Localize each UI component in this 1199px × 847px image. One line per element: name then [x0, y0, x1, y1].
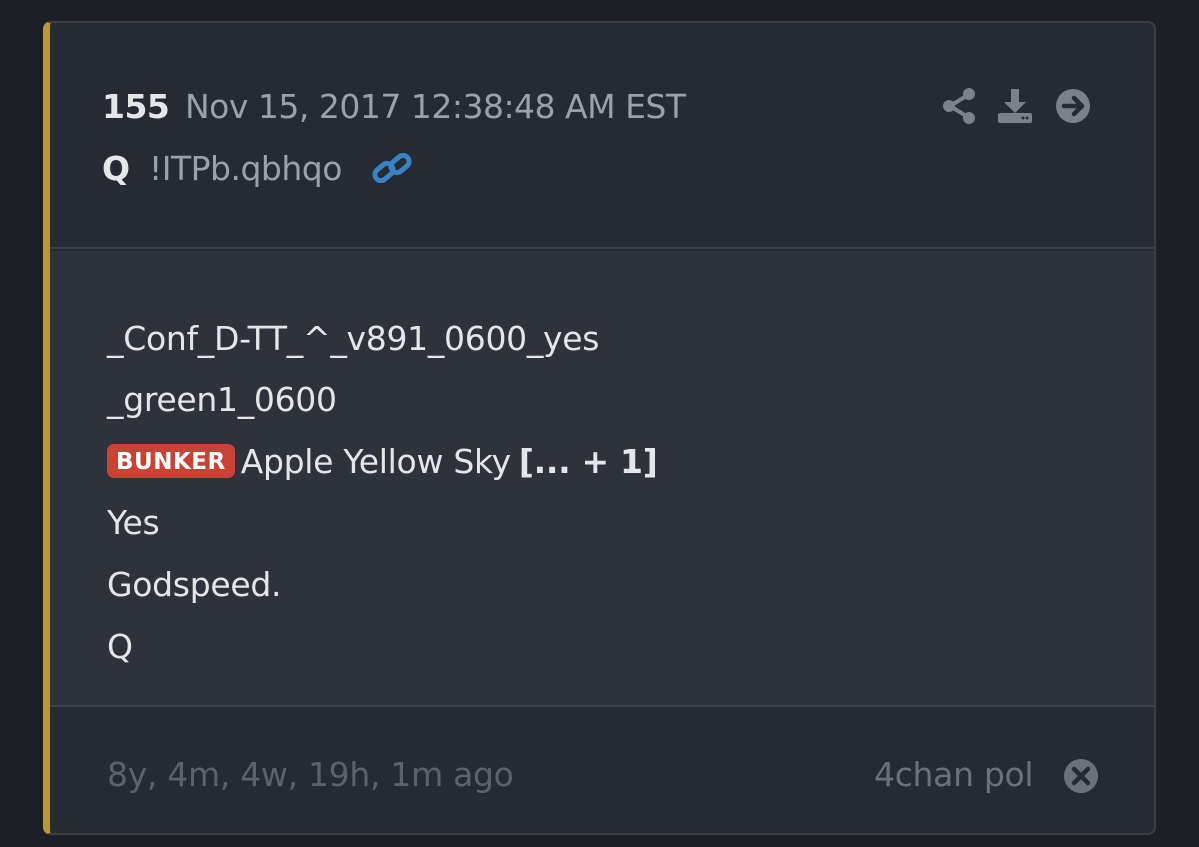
- post-body: _Conf_D-TT_^_v891_0600_yes _green1_0600 …: [50, 251, 1154, 707]
- post-line-text: Apple Yellow Sky: [240, 442, 511, 481]
- source-label: 4chan pol: [874, 755, 1034, 794]
- post-line: _Conf_D-TT_^_v891_0600_yes: [107, 319, 600, 358]
- post-footer: 8y, 4m, 4w, 19h, 1m ago 4chan pol: [50, 709, 1154, 833]
- post-line: Q: [107, 627, 133, 666]
- close-icon[interactable]: [1063, 758, 1099, 794]
- post-card: 155 Nov 15, 2017 12:38:48 AM EST Q !ITPb…: [43, 21, 1156, 835]
- post-date: Nov 15, 2017 12:38:48 AM EST: [185, 87, 686, 126]
- post-header: 155 Nov 15, 2017 12:38:48 AM EST Q !ITPb…: [50, 23, 1154, 249]
- post-line: _green1_0600: [107, 380, 337, 419]
- download-icon[interactable]: [996, 87, 1034, 125]
- bunker-badge: BUNKER: [107, 444, 235, 478]
- post-line: Yes: [107, 503, 160, 542]
- time-ago: 8y, 4m, 4w, 19h, 1m ago: [107, 755, 514, 794]
- post-line: Godspeed.: [107, 565, 282, 604]
- tripcode: !ITPb.qbhqo: [149, 149, 342, 188]
- expand-link[interactable]: [... + 1]: [519, 442, 658, 481]
- post-line-with-badge: BUNKER Apple Yellow Sky [... + 1]: [107, 442, 658, 481]
- goto-icon[interactable]: [1054, 87, 1092, 125]
- share-icon[interactable]: [940, 87, 978, 125]
- author-name: Q: [102, 149, 131, 188]
- link-icon[interactable]: [370, 150, 414, 186]
- post-number[interactable]: 155: [102, 87, 170, 126]
